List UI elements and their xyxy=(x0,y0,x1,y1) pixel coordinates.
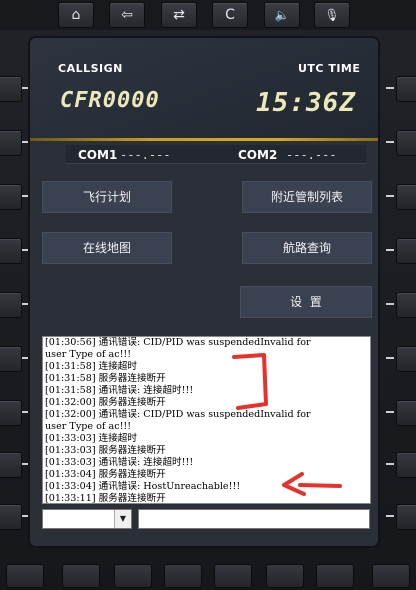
log-line: [01:31:58] 连接超时 xyxy=(45,361,137,372)
left-tick xyxy=(22,411,30,413)
bottom-key-6[interactable] xyxy=(266,564,304,588)
left-lsk-7[interactable] xyxy=(0,400,22,426)
log-line: user Type of ac!!! xyxy=(45,421,132,432)
log-line: [01:30:56] 通讯错误: CID/PID was suspendedIn… xyxy=(45,337,311,348)
top-toolbar: ⌂ ⇦ ⇄ C 🔈 🎙 xyxy=(0,0,416,30)
com1-value: ---.--- xyxy=(120,148,171,162)
right-tick xyxy=(386,357,394,359)
speaker-icon: 🔈 xyxy=(274,8,290,22)
back-button[interactable]: ⇦ xyxy=(109,2,145,28)
swap-button[interactable]: ⇄ xyxy=(161,2,197,28)
utc-time-value: 15:36Z xyxy=(256,88,356,118)
online-map-button[interactable]: 在线地图 xyxy=(42,232,172,264)
log-line: [01:32:00] 服务器连接断开 xyxy=(45,397,166,408)
route-query-button[interactable]: 航路查询 xyxy=(242,232,372,264)
right-lsk-1[interactable] xyxy=(396,76,416,102)
server-dropdown[interactable]: ▼ xyxy=(42,509,132,529)
bottom-key-5[interactable] xyxy=(214,564,252,588)
callsign-value: CFR0000 xyxy=(60,88,160,113)
left-tick xyxy=(22,463,30,465)
flight-plan-button[interactable]: 飞行计划 xyxy=(42,181,172,213)
left-tick xyxy=(22,87,30,89)
clear-icon: C xyxy=(225,7,235,23)
right-tick xyxy=(386,463,394,465)
right-lsk-2[interactable] xyxy=(396,130,416,156)
command-input[interactable] xyxy=(138,509,370,529)
com2-value: ---.--- xyxy=(286,148,337,162)
bottom-key-8[interactable] xyxy=(372,564,410,588)
left-lsk-3[interactable] xyxy=(0,184,22,210)
right-lsk-3[interactable] xyxy=(396,184,416,210)
back-arrow-icon: ⇦ xyxy=(121,7,133,23)
right-lsk-9[interactable] xyxy=(396,504,416,530)
left-lsk-8[interactable] xyxy=(0,452,22,478)
left-tick xyxy=(22,515,30,517)
home-button[interactable]: ⌂ xyxy=(58,2,94,28)
left-tick xyxy=(22,357,30,359)
utc-time-label: UTC TIME xyxy=(298,62,361,75)
home-icon: ⌂ xyxy=(71,7,81,23)
left-lsk-9[interactable] xyxy=(0,504,22,530)
left-tick xyxy=(22,249,30,251)
left-lsk-4[interactable] xyxy=(0,238,22,264)
com1-label: COM1 xyxy=(78,148,118,162)
bottom-key-7[interactable] xyxy=(316,564,354,588)
right-lsk-7[interactable] xyxy=(396,400,416,426)
log-line: [01:33:03] 连接超时 xyxy=(45,433,137,444)
chevron-down-icon[interactable]: ▼ xyxy=(114,510,131,528)
left-tick xyxy=(22,195,30,197)
right-tick xyxy=(386,249,394,251)
bottom-key-1[interactable] xyxy=(6,564,44,588)
left-tick xyxy=(22,141,30,143)
right-lsk-4[interactable] xyxy=(396,238,416,264)
right-tick xyxy=(386,303,394,305)
log-line: user Type of ac!!! xyxy=(45,349,132,360)
clear-button[interactable]: C xyxy=(212,2,248,28)
bottom-key-3[interactable] xyxy=(114,564,152,588)
microphone-button[interactable]: 🎙 xyxy=(314,2,350,28)
bottom-key-2[interactable] xyxy=(62,564,100,588)
callsign-label: CALLSIGN xyxy=(58,62,123,75)
microphone-icon: 🎙 xyxy=(324,8,340,22)
left-lsk-1[interactable] xyxy=(0,76,22,102)
right-tick xyxy=(386,87,394,89)
log-line: [01:33:03] 服务器连接断开 xyxy=(45,445,166,456)
right-tick xyxy=(386,195,394,197)
com2-label: COM2 xyxy=(238,148,278,162)
log-line: [01:31:58] 通讯错误: 连接超时!!! xyxy=(45,385,194,396)
volume-button[interactable]: 🔈 xyxy=(264,2,300,28)
log-line: [01:32:00] 通讯错误: CID/PID was suspendedIn… xyxy=(45,409,311,420)
swap-arrows-icon: ⇄ xyxy=(173,7,185,23)
log-line: [01:33:04] 通讯错误: HostUnreachable!!! xyxy=(45,481,241,492)
message-log[interactable]: [01:30:56] 通讯错误: CID/PID was suspendedIn… xyxy=(42,336,371,504)
display-screen: CALLSIGN CFR0000 UTC TIME 15:36Z COM1 --… xyxy=(30,38,378,546)
accent-divider xyxy=(30,138,378,141)
left-lsk-2[interactable] xyxy=(0,130,22,156)
bottom-key-4[interactable] xyxy=(164,564,202,588)
status-header: CALLSIGN CFR0000 UTC TIME 15:36Z xyxy=(30,38,378,138)
left-tick xyxy=(22,303,30,305)
left-lsk-5[interactable] xyxy=(0,292,22,318)
right-tick xyxy=(386,411,394,413)
right-tick xyxy=(386,141,394,143)
right-lsk-8[interactable] xyxy=(396,452,416,478)
settings-button[interactable]: 设 置 xyxy=(240,286,372,318)
log-line: [01:33:04] 服务器连接断开 xyxy=(45,469,166,480)
right-lsk-6[interactable] xyxy=(396,346,416,372)
nearby-atc-button[interactable]: 附近管制列表 xyxy=(242,181,372,213)
log-line: [01:33:11] 服务器连接断开 xyxy=(45,493,166,504)
left-lsk-6[interactable] xyxy=(0,346,22,372)
log-line: [01:33:03] 通讯错误: 连接超时!!! xyxy=(45,457,194,468)
log-line: [01:31:58] 服务器连接断开 xyxy=(45,373,166,384)
right-tick xyxy=(386,515,394,517)
right-lsk-5[interactable] xyxy=(396,292,416,318)
